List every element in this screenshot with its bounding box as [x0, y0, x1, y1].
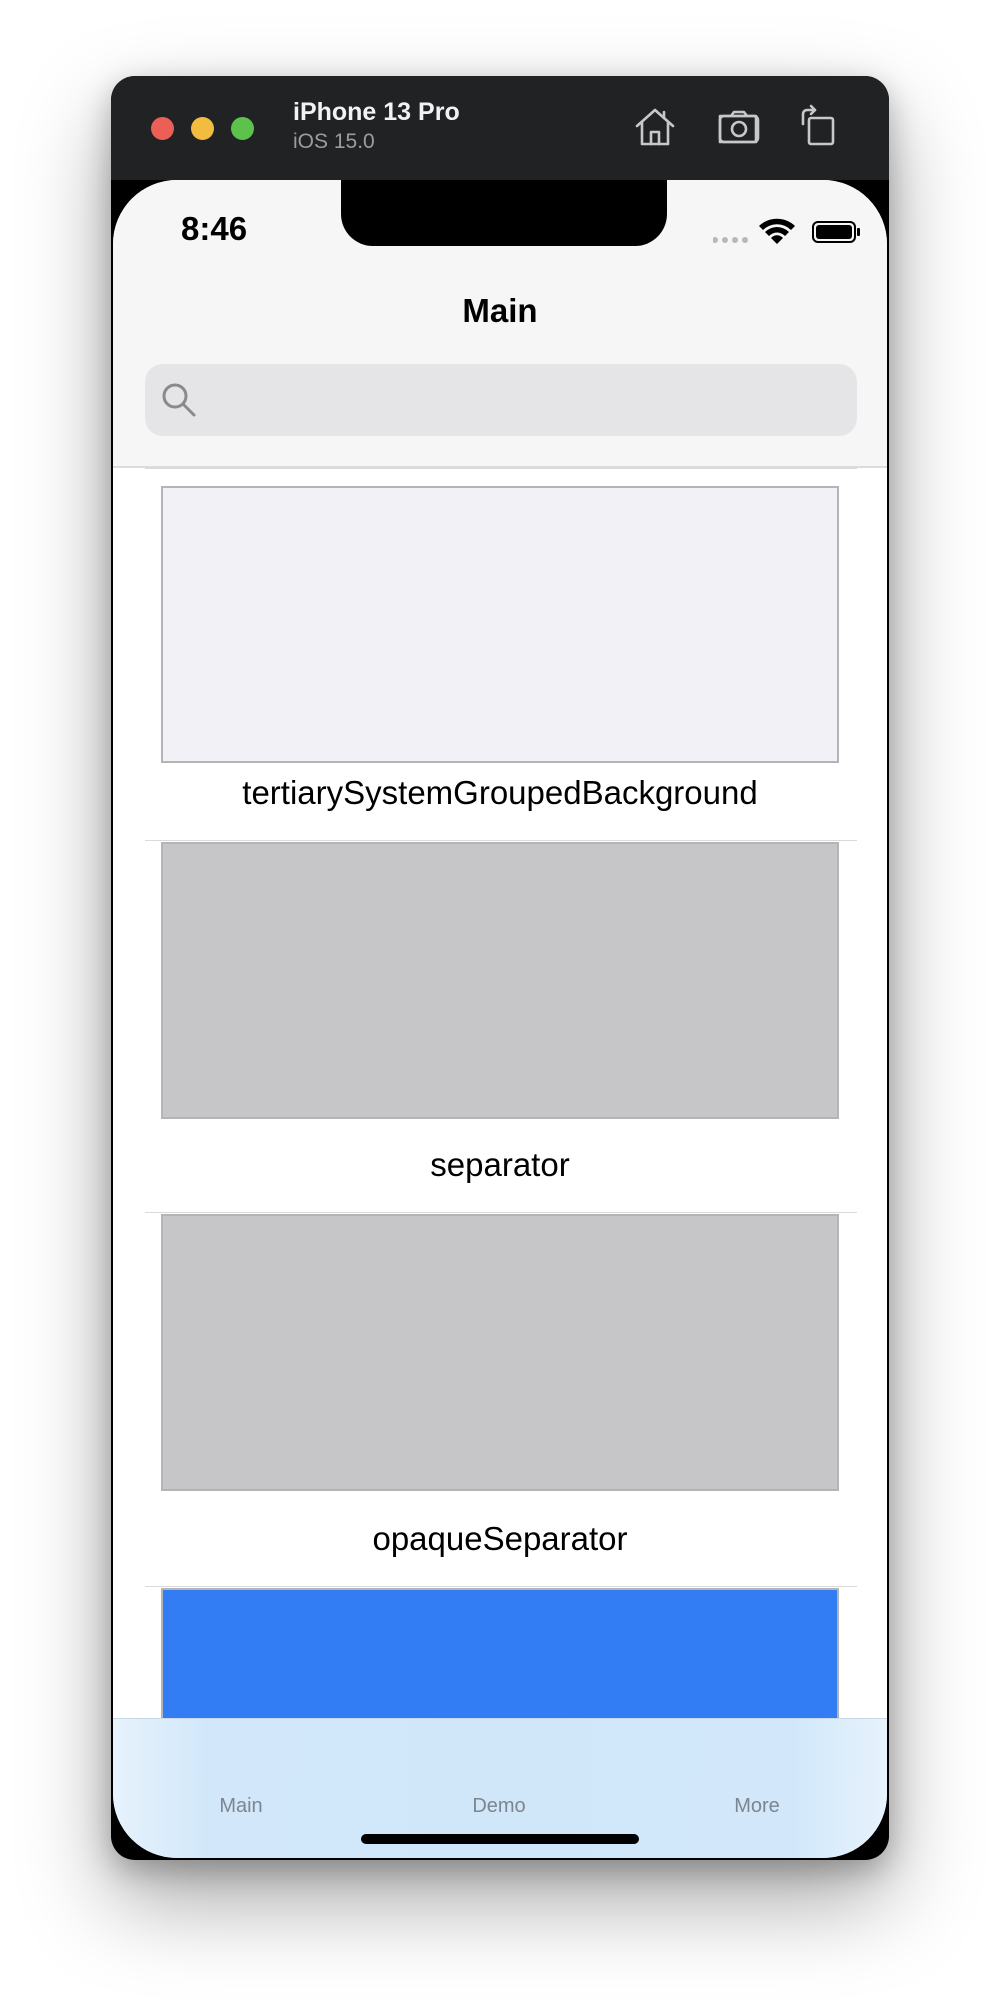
os-version: iOS 15.0	[293, 130, 375, 153]
row-separator	[145, 1586, 857, 1587]
tab-demo[interactable]: Demo	[419, 1795, 579, 1818]
color-swatch	[161, 486, 839, 763]
simulator-window: iPhone 13 Pro iOS 15.0 8:46 Main tertiar…	[111, 76, 889, 1860]
tab-more[interactable]: More	[677, 1795, 837, 1818]
desktop-background: iPhone 13 Pro iOS 15.0 8:46 Main tertiar…	[0, 0, 1004, 2016]
row-separator	[145, 468, 857, 469]
color-name-label: opaqueSeparator	[372, 1520, 628, 1557]
color-swatch	[161, 842, 839, 1119]
color-list[interactable]: tertiarySystemGroupedBackground separato…	[113, 468, 887, 1718]
status-time: 8:46	[181, 210, 248, 247]
home-indicator	[361, 1834, 639, 1844]
status-icons	[712, 218, 863, 248]
color-name-label: tertiarySystemGroupedBackground	[242, 774, 758, 811]
tab-main[interactable]: Main	[161, 1795, 321, 1818]
device-name: iPhone 13 Pro	[293, 98, 460, 126]
row-separator	[145, 840, 857, 841]
color-name-label: separator	[430, 1146, 570, 1183]
minimize-window-button[interactable]	[191, 117, 214, 140]
rotate-icon[interactable]	[795, 102, 843, 150]
device-notch	[341, 180, 667, 246]
page-title: Main	[462, 292, 538, 329]
search-bar[interactable]	[145, 364, 857, 436]
close-window-button[interactable]	[151, 117, 174, 140]
simulator-titlebar: iPhone 13 Pro iOS 15.0	[111, 76, 889, 180]
zoom-window-button[interactable]	[231, 117, 254, 140]
battery-icon	[812, 221, 860, 243]
device-screen: 8:46 Main tertiarySystemGroupedBackgroun…	[113, 180, 887, 1858]
row-separator	[145, 1212, 857, 1213]
search-input[interactable]	[209, 378, 843, 424]
search-icon	[162, 383, 196, 417]
color-swatch	[161, 1588, 839, 1718]
home-icon[interactable]	[631, 102, 679, 150]
color-swatch	[161, 1214, 839, 1491]
screenshot-icon[interactable]	[714, 102, 762, 150]
wifi-icon	[759, 218, 795, 244]
cellular-signal-icon	[712, 237, 748, 243]
